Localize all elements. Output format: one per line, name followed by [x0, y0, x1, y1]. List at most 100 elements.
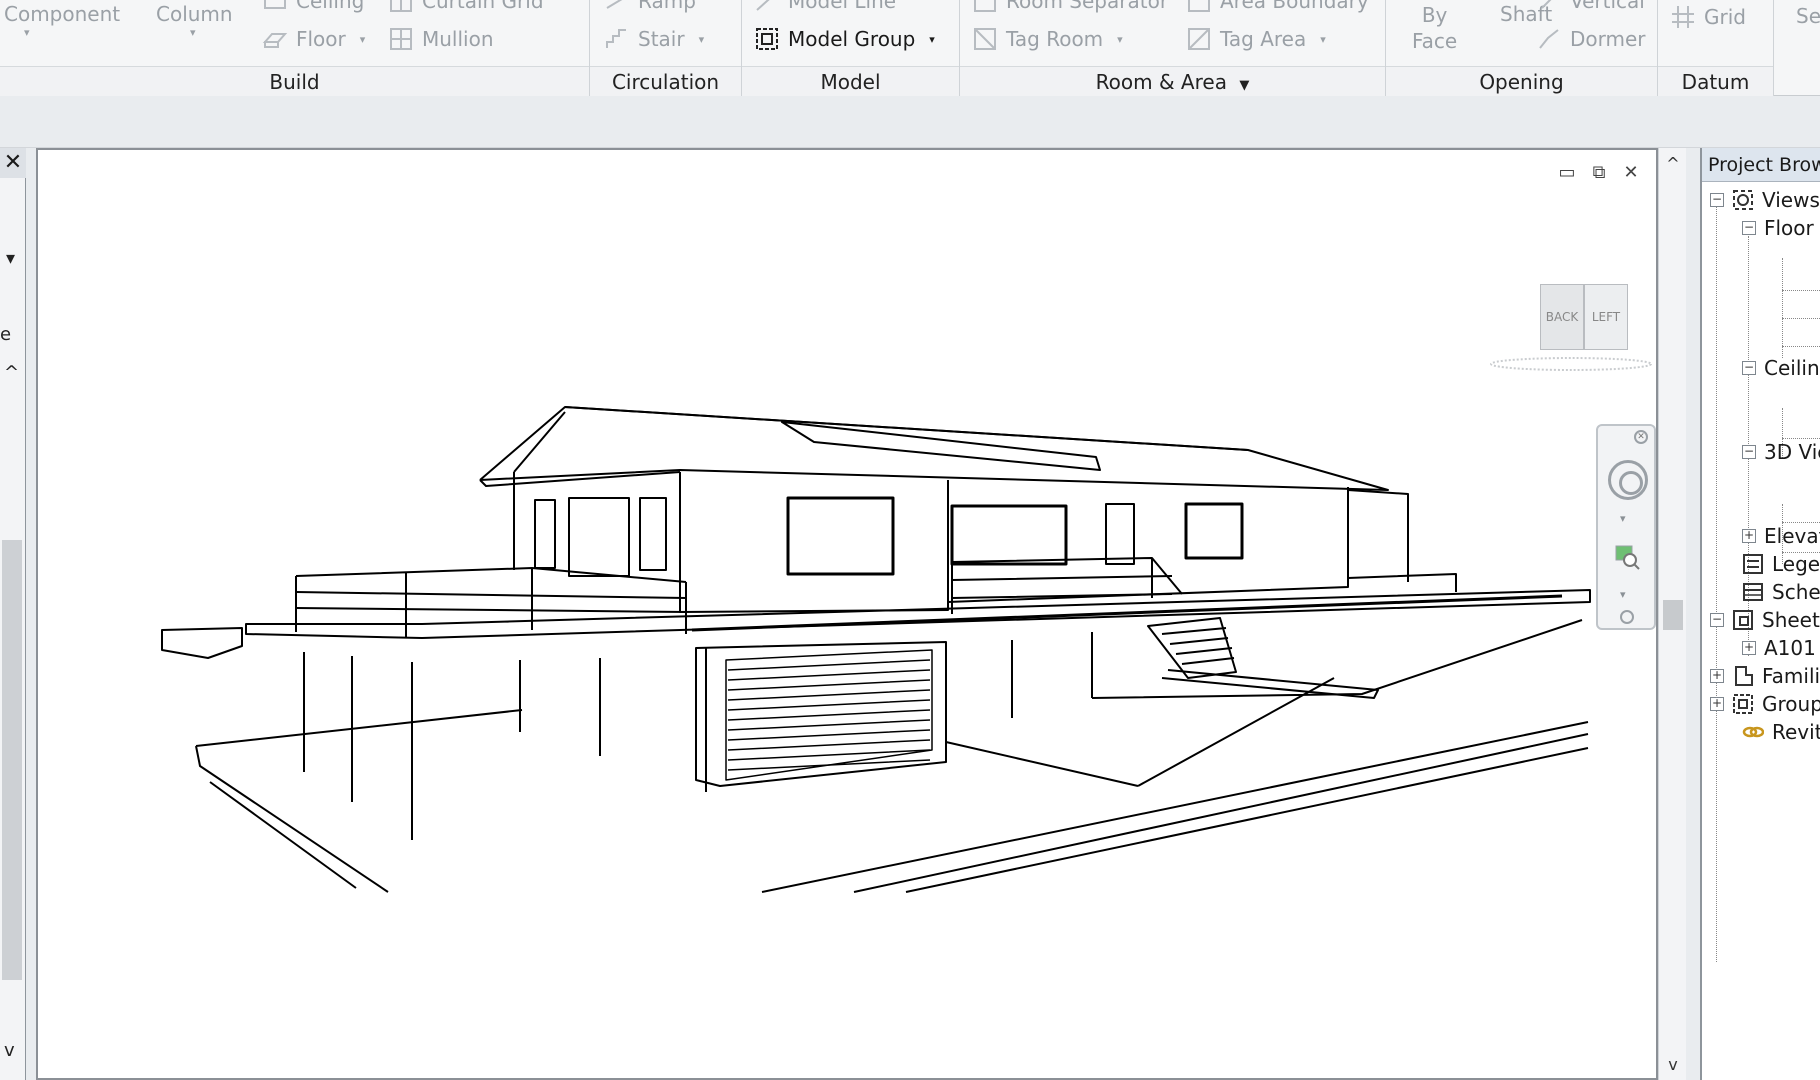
model-line-button[interactable]: Model Line	[754, 0, 896, 14]
groups-icon	[1733, 694, 1753, 714]
model-group-dropdown-icon[interactable]: ▾	[929, 33, 935, 46]
tag-room-button[interactable]: Tag Room ▾	[972, 26, 1123, 52]
tree-node-sheets[interactable]: − Sheets	[1710, 608, 1820, 632]
component-button[interactable]: Component	[4, 2, 120, 26]
stair-dropdown-icon[interactable]: ▾	[699, 33, 705, 46]
properties-close-button[interactable]: ✕	[0, 148, 26, 178]
tree-toggle[interactable]: +	[1710, 669, 1724, 683]
component-dropdown-icon[interactable]: ▾	[24, 26, 30, 39]
project-browser-title: Project Browser	[1702, 148, 1820, 182]
room-separator-icon	[974, 0, 996, 12]
ramp-button[interactable]: Ramp	[604, 0, 696, 14]
tree-line-floor	[1782, 258, 1783, 358]
deck-railing	[295, 557, 1563, 638]
window-3	[639, 497, 667, 571]
tree-branch	[1782, 318, 1820, 319]
floor-icon	[262, 33, 288, 48]
model-group-button[interactable]: Model Group ▾	[754, 26, 935, 52]
tree-toggle[interactable]: +	[1742, 529, 1756, 543]
sheets-icon	[1733, 610, 1753, 630]
column-button[interactable]: Column	[156, 2, 233, 26]
column-dropdown-icon[interactable]: ▾	[190, 26, 196, 39]
tree-node-families[interactable]: + Families	[1710, 664, 1820, 688]
viewcube-back-face[interactable]: BACK	[1540, 284, 1584, 350]
room-area-panel-title[interactable]: Room & Area ▼	[960, 66, 1385, 96]
tree-node-elevations[interactable]: + Elevations	[1742, 524, 1820, 548]
3d-view-canvas[interactable]: ▭ ⧉ ✕ BACK LEFT ✕ ▾ ▾	[36, 148, 1658, 1080]
exterior-stair	[1147, 617, 1237, 679]
steering-wheel-icon[interactable]	[1608, 460, 1648, 500]
tree-toggle[interactable]: −	[1742, 221, 1756, 235]
ground-line-left	[195, 709, 523, 893]
model-panel-title: Model	[742, 66, 959, 96]
properties-scroll-down-button[interactable]: v	[4, 1040, 15, 1061]
build-panel-title: Build	[0, 66, 589, 96]
tree-node-views[interactable]: − Views	[1710, 188, 1820, 212]
by-face-button[interactable]: By Face	[1412, 2, 1457, 54]
tree-node-floor-plans[interactable]: − Floor Plans	[1742, 216, 1820, 240]
tree-branch	[1782, 438, 1820, 439]
room-separator-button[interactable]: Room Separator	[972, 0, 1168, 14]
datum-panel-title: Datum	[1658, 66, 1773, 96]
view-scroll-up-button[interactable]: ^	[1659, 154, 1687, 173]
window-5	[950, 504, 1068, 566]
ceiling-button[interactable]: Ceiling	[262, 0, 364, 14]
tree-node-sheet-a101[interactable]: + A101	[1742, 636, 1816, 660]
tree-toggle[interactable]: −	[1710, 613, 1724, 627]
tree-node-revit-links[interactable]: Revit Links	[1742, 720, 1820, 744]
tag-area-dropdown-icon[interactable]: ▾	[1320, 33, 1326, 46]
navbar-close-button[interactable]: ✕	[1634, 430, 1648, 444]
ceiling-icon	[264, 0, 286, 9]
zoom-dropdown[interactable]: ▾	[1620, 588, 1626, 601]
tree-node-groups[interactable]: + Groups	[1710, 692, 1820, 716]
mullion-button[interactable]: Mullion	[388, 26, 494, 52]
tree-node-3d-views[interactable]: − 3D Views	[1742, 440, 1820, 464]
properties-scrollbar[interactable]	[2, 540, 22, 980]
garage-frame	[695, 641, 947, 787]
garage-door	[725, 649, 933, 781]
floor-button[interactable]: Floor ▾	[262, 26, 365, 52]
window-2	[568, 497, 630, 577]
views-icon	[1733, 190, 1753, 210]
properties-type-dropdown[interactable]: ▾	[6, 248, 15, 269]
tree-node-legends[interactable]: Legends	[1742, 552, 1820, 576]
tree-toggle[interactable]: −	[1742, 445, 1756, 459]
view-scroll-down-button[interactable]: v	[1659, 1055, 1687, 1074]
tree-toggle[interactable]: +	[1742, 641, 1756, 655]
viewcube[interactable]: BACK LEFT	[1486, 284, 1656, 380]
tree-node-ceiling-plans[interactable]: − Ceiling Plans	[1742, 356, 1820, 380]
roof-panel	[781, 421, 1101, 471]
stair-button[interactable]: Stair ▾	[604, 26, 704, 52]
set-button[interactable]: Se	[1796, 4, 1820, 28]
floor-dropdown-icon[interactable]: ▾	[360, 33, 366, 46]
upper-deck-edge	[161, 627, 243, 659]
steering-wheel-dropdown[interactable]: ▾	[1620, 512, 1626, 525]
view-scrollbar[interactable]: ^ v	[1658, 148, 1686, 1080]
view-scroll-thumb[interactable]	[1663, 600, 1683, 630]
room-area-dropdown-icon[interactable]: ▼	[1239, 78, 1249, 93]
ramp-icon	[606, 0, 623, 9]
viewcube-left-face[interactable]: LEFT	[1584, 284, 1628, 350]
project-browser: Project Browser − Views − Floor Plans − …	[1700, 148, 1820, 1080]
properties-scroll-up-button[interactable]: ^	[4, 362, 19, 383]
tree-toggle[interactable]: −	[1742, 361, 1756, 375]
tree-node-schedules[interactable]: Schedules	[1742, 580, 1820, 604]
tag-area-button[interactable]: Tag Area ▾	[1186, 26, 1326, 52]
grid-button[interactable]: Grid	[1670, 4, 1746, 30]
house-wall-right	[947, 480, 1349, 603]
vertical-button[interactable]: Vertical	[1536, 0, 1645, 14]
viewcube-compass-ring[interactable]	[1486, 354, 1656, 374]
curtain-grid-button[interactable]: Curtain Grid	[388, 0, 544, 14]
properties-label-fragment: e	[0, 324, 12, 345]
dormer-button[interactable]: Dormer	[1536, 26, 1646, 52]
ground-line-right	[761, 721, 1589, 893]
curtain-grid-icon	[390, 0, 412, 12]
house-model-drawing[interactable]	[38, 150, 1656, 1078]
tag-room-dropdown-icon[interactable]: ▾	[1117, 33, 1123, 46]
area-boundary-button[interactable]: Area Boundary	[1186, 0, 1369, 14]
zoom-region-icon[interactable]	[1614, 544, 1640, 570]
families-icon	[1735, 666, 1753, 686]
tree-toggle[interactable]: −	[1710, 193, 1724, 207]
tree-toggle[interactable]: +	[1710, 697, 1724, 711]
navbar-options-icon[interactable]	[1620, 610, 1634, 624]
